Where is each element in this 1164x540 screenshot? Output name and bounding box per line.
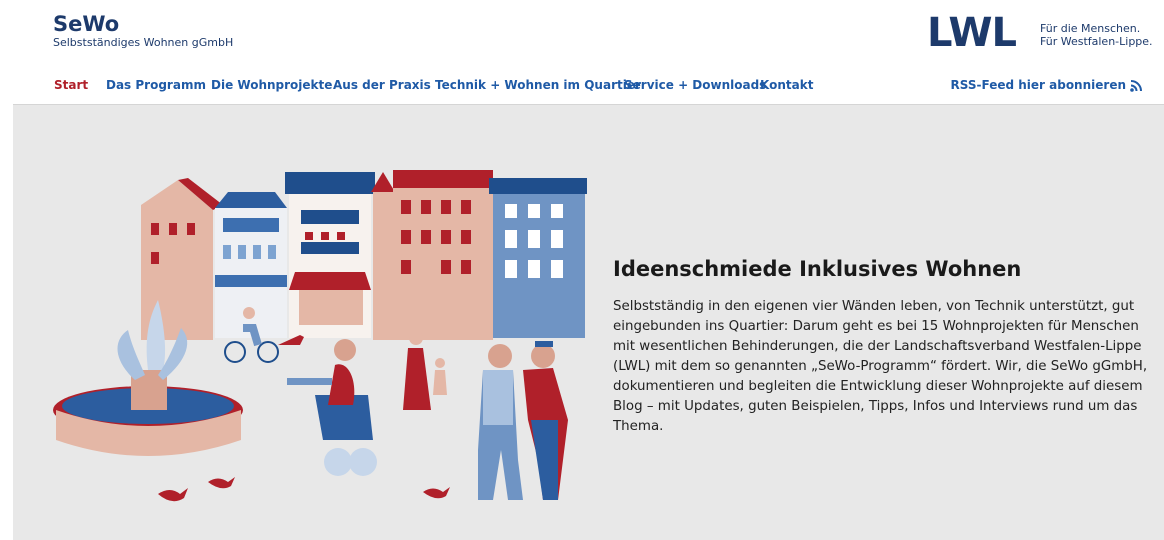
site-logo-title[interactable]: SeWo [53,12,119,36]
hero-description: Selbstständig in den eigenen vier Wänden… [613,299,1148,434]
elderly-couple [478,341,568,500]
nav-item-service-downloads[interactable]: Service + Downloads [624,78,766,92]
lwl-tagline-line-2: Für Westfalen-Lippe. [1040,35,1153,48]
town-square-illustration [53,170,587,502]
hero-title: Ideenschmiede Inklusives Wohnen [613,257,1022,281]
building-5 [489,178,587,338]
birds [158,477,450,502]
rss-icon [1130,80,1142,92]
rss-feed-label: RSS-Feed hier abonnieren [950,78,1126,92]
site-header: SeWo Selbstständiges Wohnen gGmbH LWL Fü… [0,0,1164,104]
building-3 [285,172,375,338]
site-logo-subtitle: Selbstständiges Wohnen gGmbH [53,36,234,49]
nav-item-kontakt[interactable]: Kontakt [760,78,813,92]
building-4 [371,170,493,340]
lwl-logo[interactable]: LWL [927,13,1017,53]
hero-banner: Ideenschmiede Inklusives Wohnen Selbstst… [13,104,1164,540]
lwl-tagline-line-1: Für die Menschen. [1040,22,1141,35]
nav-item-start[interactable]: Start [54,78,88,92]
nav-item-technik-wohnen[interactable]: Technik + Wohnen im Quartier [435,78,641,92]
lwl-tagline: Für die Menschen. Für Westfalen-Lippe. [1040,22,1153,48]
rss-feed-link[interactable]: RSS-Feed hier abonnieren [951,78,1143,92]
mother-child [403,331,447,410]
nav-item-das-programm[interactable]: Das Programm [106,78,206,92]
nav-item-die-wohnprojekte[interactable]: Die Wohnprojekte [211,78,332,92]
wheelchair-user [287,339,377,476]
nav-item-aus-der-praxis[interactable]: Aus der Praxis [333,78,431,92]
